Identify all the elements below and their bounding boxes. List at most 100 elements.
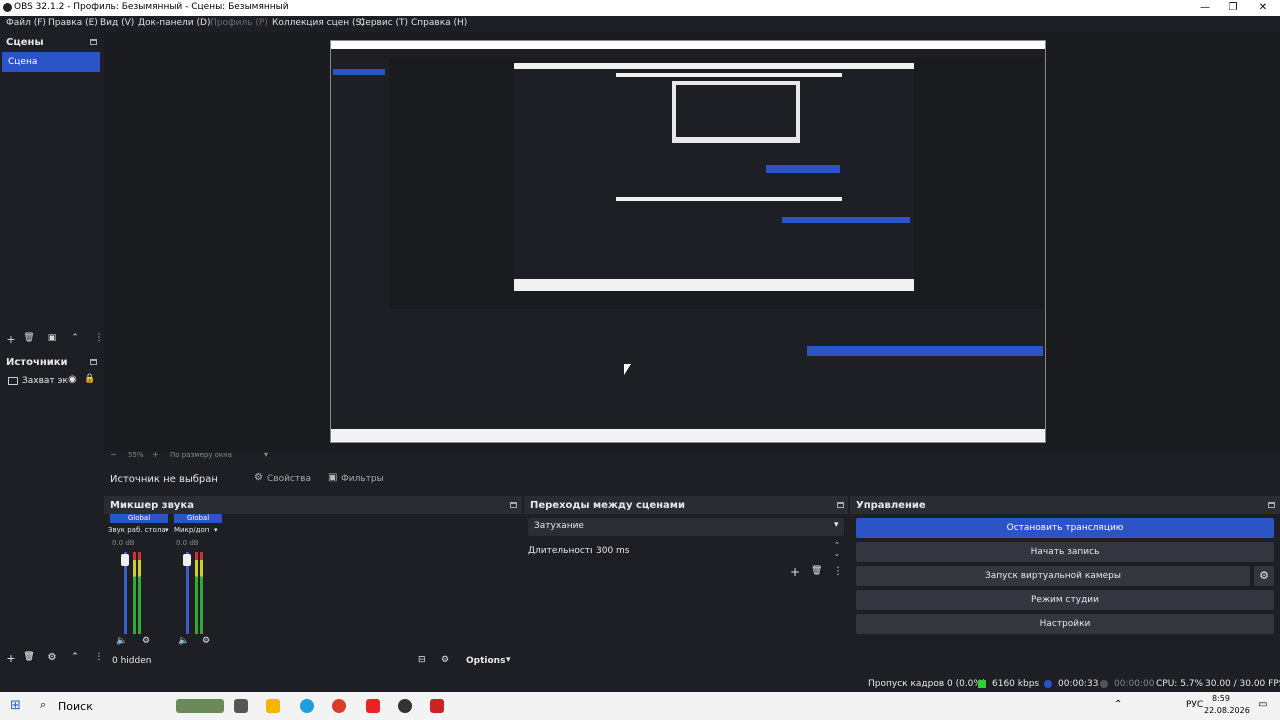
channel-name: Микр/доп <box>174 526 210 534</box>
undock-icon[interactable] <box>90 359 97 365</box>
menu-docks[interactable]: Док-панели (D) <box>138 18 210 28</box>
nested-preview-inner <box>616 73 842 201</box>
task-view-icon[interactable] <box>234 699 248 713</box>
more-options-icon[interactable]: ⋮ <box>833 566 843 577</box>
search-icon: ⌕ <box>40 698 47 711</box>
filters-button[interactable]: ▣ Фильтры <box>324 470 384 488</box>
remove-source-icon[interactable]: 🗑 <box>22 652 36 662</box>
remove-scene-icon[interactable]: 🗑 <box>22 333 36 343</box>
clock-time[interactable]: 8:59 <box>1212 694 1230 703</box>
obs-icon[interactable] <box>398 699 412 713</box>
fit-mode-select[interactable]: По размеру окна <box>170 451 232 459</box>
settings-button[interactable]: Настройки <box>856 614 1274 634</box>
undock-icon[interactable] <box>1268 502 1275 508</box>
undock-icon[interactable] <box>837 502 844 508</box>
eye-icon[interactable]: ◉ <box>68 374 77 385</box>
channel-db: 0.0 dB <box>112 539 135 547</box>
add-scene-icon[interactable]: + <box>4 333 18 346</box>
speaker-icon[interactable]: 🔈 <box>116 636 127 646</box>
menu-file[interactable]: Файл (F) <box>6 18 46 28</box>
app-icon[interactable] <box>430 699 444 713</box>
chevron-down-icon[interactable]: ▾ <box>165 526 169 534</box>
menu-tools[interactable]: Сервис (T) <box>359 18 408 28</box>
transitions-title: Переходы между сценами <box>530 500 685 511</box>
gear-icon[interactable]: ⚙ <box>1254 566 1274 586</box>
windows-start-icon[interactable]: ⊞ <box>10 698 21 713</box>
nested-stop-button <box>782 217 910 223</box>
hidden-count: 0 hidden <box>112 656 152 666</box>
transition-select[interactable]: Затухание ▾ <box>528 518 844 536</box>
zoom-in-icon[interactable]: + <box>152 450 159 459</box>
sources-title: Источники <box>6 357 68 368</box>
zoom-out-icon[interactable]: − <box>110 450 117 459</box>
preview-canvas[interactable] <box>330 40 1046 443</box>
mixer-channel-desktop: Global Звук раб. стола ▾ 0.0 dB 🔈 ⚙ <box>106 514 170 648</box>
transition-select-value: Затухание <box>534 521 584 531</box>
record-icon <box>1100 680 1108 688</box>
source-toolbar: Источник не выбран ⚙ Свойства ▣ Фильтры <box>104 466 1280 492</box>
duration-spinbox[interactable]: 300 ms ⌃ ⌄ <box>592 541 844 560</box>
record-time: 00:00:00 <box>1114 679 1155 689</box>
stop-stream-button[interactable]: Остановить трансляцию <box>856 518 1274 538</box>
edge-icon[interactable] <box>300 699 314 713</box>
mixer-title: Микшер звука <box>110 500 194 511</box>
settings-icon[interactable]: ⚙ <box>142 636 150 646</box>
window-title: OBS 32.1.2 - Профиль: Безымянный - Сцены… <box>14 2 289 12</box>
options-button[interactable]: Options <box>466 656 505 666</box>
scene-filters-icon[interactable]: ▣ <box>45 333 59 343</box>
chevron-down-icon[interactable]: ▾ <box>214 526 218 534</box>
source-list-item[interactable]: Захват эк ◉ 🔒 <box>2 374 102 390</box>
obs-logo-icon <box>3 3 12 12</box>
layout-icon[interactable]: ⊟ <box>418 655 426 665</box>
nested-stop-button <box>807 346 1043 356</box>
chevron-down-icon[interactable]: ▾ <box>506 655 511 665</box>
maximize-button[interactable]: ❐ <box>1216 0 1250 16</box>
undock-icon[interactable] <box>510 502 517 508</box>
properties-button[interactable]: ⚙ Свойства <box>250 470 311 488</box>
language-indicator[interactable]: РУС <box>1186 700 1203 710</box>
file-explorer-icon[interactable] <box>266 699 280 713</box>
chevron-down-icon: ▾ <box>834 520 839 530</box>
chevron-down-icon[interactable]: ▾ <box>264 450 268 459</box>
volume-slider-handle[interactable] <box>121 554 129 566</box>
more-options-icon[interactable]: ⋮ <box>92 652 106 662</box>
menu-view[interactable]: Вид (V) <box>100 18 134 28</box>
add-transition-icon[interactable]: + <box>790 565 800 579</box>
menu-profile[interactable]: Профиль (P) <box>210 18 268 28</box>
chrome-icon[interactable] <box>332 699 346 713</box>
source-properties-icon[interactable]: ⚙ <box>45 652 59 663</box>
close-button[interactable]: ✕ <box>1246 0 1280 16</box>
start-record-button[interactable]: Начать запись <box>856 542 1274 562</box>
settings-icon[interactable]: ⚙ <box>202 636 210 646</box>
spin-up-icon[interactable]: ⌃ <box>834 541 840 549</box>
menu-edit[interactable]: Правка (E) <box>48 18 98 28</box>
add-source-icon[interactable]: + <box>4 652 18 665</box>
virtual-camera-button[interactable]: Запуск виртуальной камеры <box>856 566 1250 586</box>
tray-expand-icon[interactable]: ⌃ <box>1114 699 1122 710</box>
remove-transition-icon[interactable]: 🗑 <box>811 566 822 576</box>
taskbar-search[interactable]: Поиск <box>58 700 93 713</box>
menu-help[interactable]: Справка (H) <box>411 18 467 28</box>
channel-name: Звук раб. стола <box>108 526 166 534</box>
level-meter <box>133 552 136 634</box>
clock-date[interactable]: 22.08.2026 <box>1204 706 1250 715</box>
sources-dock: Источники Захват эк ◉ 🔒 + 🗑 ⚙ ⌃ ⋮ <box>0 352 104 670</box>
window-titlebar: OBS 32.1.2 - Профиль: Безымянный - Сцены… <box>0 0 1280 16</box>
move-up-icon[interactable]: ⌃ <box>68 652 82 662</box>
lock-icon[interactable]: 🔒 <box>84 374 95 384</box>
controls-title: Управление <box>856 500 926 511</box>
yandex-icon[interactable] <box>366 699 380 713</box>
studio-mode-button[interactable]: Режим студии <box>856 590 1274 610</box>
menu-scene-collection[interactable]: Коллекция сцен (S) <box>272 18 365 28</box>
volume-slider-handle[interactable] <box>183 554 191 566</box>
windows-taskbar: ⊞ ⌕ Поиск ⌃ РУС 8:59 22.08.2026 ▭ <box>0 692 1280 720</box>
spin-down-icon[interactable]: ⌄ <box>834 550 840 558</box>
channel-badge: Global <box>174 514 222 523</box>
notification-icon[interactable]: ▭ <box>1258 699 1267 710</box>
link-icon[interactable]: ⚙ <box>441 655 449 665</box>
move-up-icon[interactable]: ⌃ <box>68 333 82 343</box>
scene-list-item[interactable]: Сцена <box>2 52 100 72</box>
speaker-icon[interactable]: 🔈 <box>178 636 189 646</box>
undock-icon[interactable] <box>90 39 97 45</box>
controls-header: Управление <box>850 496 1280 514</box>
